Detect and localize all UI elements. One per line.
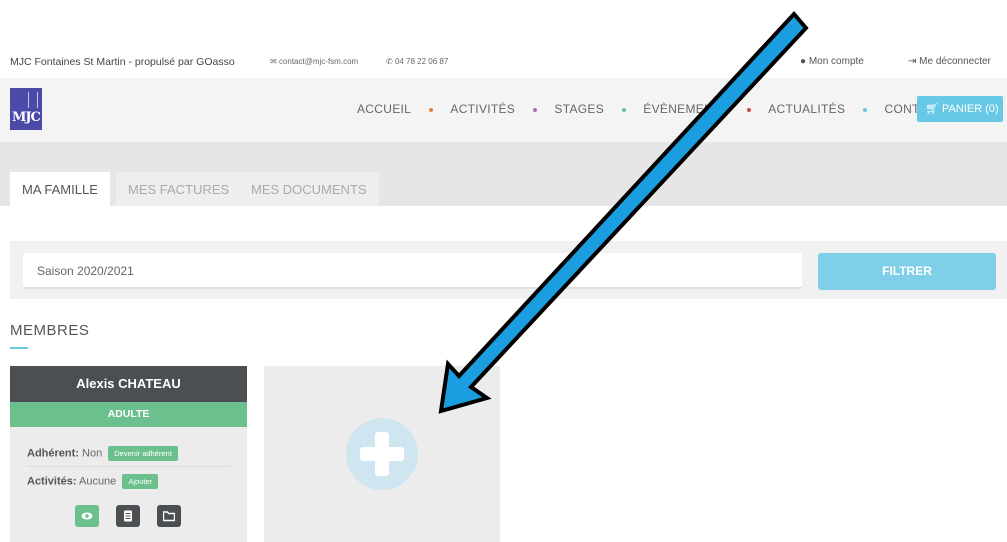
eye-icon [81,512,93,520]
tab-mes-factures[interactable]: MES FACTURES [116,172,242,206]
adherent-label: Adhérent: [27,447,79,460]
cart-label: PANIER (0) [942,103,999,115]
nav-menu: ACCUEIL ACTIVITÉS STAGES ÉVÈNEMENTS ACTU… [357,102,944,116]
cart-button[interactable]: 🛒︎ PANIER (0) [917,96,1003,122]
member-card: Alexis CHATEAU ADULTE Adhérent: Non Deve… [10,366,247,542]
become-member-button[interactable]: Devenir adhérent [108,446,178,461]
logo-mark [28,92,38,108]
member-documents-button[interactable] [116,505,140,527]
plus-vertical [375,432,389,476]
logout-text: Me déconnecter [919,56,991,67]
folder-icon [163,511,175,522]
adherent-row: Adhérent: Non Devenir adhérent [27,446,178,461]
nav-item-activites[interactable]: ACTIVITÉS [450,102,515,116]
top-utility-bar: MJC Fontaines St Martin - propulsé par G… [0,52,1007,72]
members-title: MEMBRES [10,322,90,339]
nav-item-evenements[interactable]: ÉVÈNEMENTS [643,102,729,116]
member-name: Alexis CHATEAU [10,366,247,402]
card-divider [27,466,230,467]
account-text: Mon compte [808,56,864,67]
logo[interactable]: MJC [10,88,42,130]
page: MJC Fontaines St Martin - propulsé par G… [0,0,1007,542]
logo-text: MJC [12,110,41,125]
nav-item-actualites[interactable]: ACTUALITÉS [768,102,845,116]
nav-separator-dot [532,107,537,112]
activities-label: Activités: [27,475,77,488]
filter-button[interactable]: FILTRER [818,253,996,290]
nav-separator-dot [746,107,751,112]
nav-item-stages[interactable]: STAGES [554,102,604,116]
cart-icon: 🛒︎ [925,103,939,115]
nav-separator-dot [862,107,867,112]
site-name: MJC Fontaines St Martin - propulsé par G… [10,56,235,68]
view-member-button[interactable] [75,505,99,527]
add-member-card[interactable] [264,366,500,542]
phone-link[interactable]: ✆ 04 78 22 06 87 [386,57,448,66]
member-folder-button[interactable] [157,505,181,527]
tab-ma-famille[interactable]: MA FAMILLE [10,172,110,206]
nav-separator-dot [621,107,626,112]
main-navbar: MJC ACCUEIL ACTIVITÉS STAGES ÉVÈNEMENTS … [0,78,1007,142]
adherent-value: Non [82,447,103,460]
account-link[interactable]: ● Mon compte [800,56,864,67]
nav-separator-dot [428,107,433,112]
phone-text: 04 78 22 06 87 [394,57,449,66]
mail-icon: ✉ [270,57,277,66]
plus-icon [346,418,418,490]
logout-link[interactable]: ⇥ Me déconnecter [908,56,991,67]
logout-icon: ⇥ [908,56,917,67]
add-activity-button[interactable]: Ajouter [122,474,159,489]
activities-row: Activités: Aucune Ajouter [27,474,159,489]
activities-value: Aucune [78,475,117,488]
title-underline [10,347,28,349]
tab-mes-documents[interactable]: MES DOCUMENTS [239,172,379,206]
email-text: contact@mjc-fsm.com [278,57,359,66]
season-select[interactable]: Saison 2020/2021 [23,253,802,289]
email-link[interactable]: ✉ contact@mjc-fsm.com [270,57,358,66]
member-role-badge: ADULTE [10,402,247,427]
document-icon [124,510,132,522]
filter-panel: Saison 2020/2021 FILTRER [10,241,1007,299]
tabs-band: MA FAMILLE MES FACTURES MES DOCUMENTS [0,142,1007,206]
user-icon: ● [800,56,807,67]
phone-icon: ✆ [386,57,393,66]
nav-item-accueil[interactable]: ACCUEIL [357,102,411,116]
